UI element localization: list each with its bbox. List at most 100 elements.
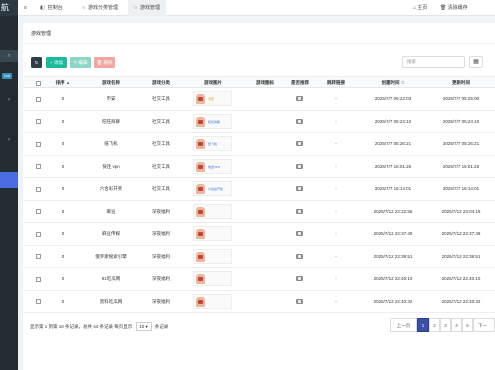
cell-updated: 2025/7/12 22:40:32 xyxy=(441,298,481,304)
home-link[interactable]: ⌂ 主页 xyxy=(413,0,427,16)
cell-link: - xyxy=(335,276,337,281)
table-row[interactable]: 0 麻豆传媒 深夜福利 - 2025/7/12 22:37:49 2025/7/… xyxy=(23,223,495,246)
recommend-toggle[interactable] xyxy=(296,208,303,214)
table-row[interactable]: 0 91吃瓜网 深夜福利 - 2025/7/12 22:40:10 2025/7… xyxy=(23,268,495,291)
table-row[interactable]: 0 黑料吃瓜网 深夜福利 - 2025/7/12 22:40:32 2025/7… xyxy=(23,291,495,313)
cell-name: 旺旺商聊 xyxy=(102,118,120,124)
row-checkbox[interactable] xyxy=(36,231,41,237)
table-row[interactable]: 0 币安 社交工具 币安 - 2025/7/7 05:22:03 2025/7/… xyxy=(23,88,495,111)
chevron-left-icon: ‹ xyxy=(8,137,10,143)
game-image-thumbnail[interactable] xyxy=(193,293,232,309)
cell-link: - xyxy=(335,163,337,169)
page-button-3[interactable]: 3 xyxy=(440,318,451,332)
cell-name: 币安 xyxy=(106,96,116,101)
main-panel: 游戏管理 ↻ + 添加 ✎ 编辑 🗑 删除 搜索 ▦ 排序 ▲ 游戏名称 游戏分… xyxy=(23,23,495,370)
select-all-checkbox[interactable] xyxy=(36,80,41,86)
next-page-button[interactable]: 下一 xyxy=(473,318,495,332)
table-row[interactable]: 0 纸飞机 社交工具 纸飞机 - 2025/7/7 05:26:21 2025/… xyxy=(23,133,495,156)
cell-updated: 2025/7/7 05:26:21 xyxy=(442,141,480,146)
page-button-1[interactable]: 1 xyxy=(417,318,429,332)
table-row[interactable]: 0 六合彩开奖 社交工具 六合彩开奖 - 2025/7/7 16:14:01 2… xyxy=(23,178,495,201)
recommend-toggle[interactable] xyxy=(296,96,303,101)
game-image-thumbnail[interactable]: 六合彩开奖 xyxy=(193,181,232,196)
page-button-5[interactable]: 5 xyxy=(462,318,473,332)
sidebar-search-button[interactable]: ⌕ xyxy=(0,50,18,62)
pencil-icon: ✎ xyxy=(73,60,78,65)
table-row[interactable]: 0 快连 vpn 社交工具 快连VPN - 2025/7/7 16:01:26 … xyxy=(23,156,495,178)
sidebar-expand-arrow-1[interactable]: ‹ xyxy=(4,96,14,104)
cell-updated: 2025/7/7 16:01:26 xyxy=(442,163,480,169)
dashboard-icon: ◧ xyxy=(40,5,45,11)
row-checkbox[interactable] xyxy=(36,276,41,282)
row-checkbox[interactable] xyxy=(36,164,41,169)
table-row[interactable]: 0 俄罗斯搜索引擎 深夜福利 - 2025/7/12 22:39:51 2025… xyxy=(23,246,495,268)
game-image-thumbnail[interactable]: 纸飞机 xyxy=(193,136,232,151)
sidebar-expand-arrow-2[interactable]: ‹ xyxy=(4,136,14,144)
game-image-thumbnail[interactable]: 旺旺商聊 xyxy=(193,113,232,129)
add-button[interactable]: + 添加 xyxy=(46,57,67,68)
row-checkbox[interactable] xyxy=(36,96,41,102)
cell-category: 社交工具 xyxy=(152,141,170,146)
cell-category: 社交工具 xyxy=(152,96,170,101)
recommend-toggle[interactable] xyxy=(296,231,303,236)
game-image-thumbnail[interactable] xyxy=(193,248,232,264)
circle-icon: ○ xyxy=(134,5,138,11)
edit-label: 编辑 xyxy=(78,60,88,65)
menu-toggle-button[interactable]: ≡ xyxy=(24,0,27,16)
table-row[interactable]: 0 麻豆 深夜福利 - 2025/7/12 22:22:56 2025/7/12… xyxy=(23,201,495,223)
page-button-2[interactable]: 2 xyxy=(429,318,440,332)
cell-category: 社交工具 xyxy=(152,163,170,169)
cell-name: 纸飞机 xyxy=(104,141,118,146)
cell-created: 2025/7/7 16:14:01 xyxy=(374,186,412,191)
recommend-toggle[interactable] xyxy=(296,118,303,124)
page-size-select[interactable]: 10 ▾ xyxy=(135,322,152,332)
row-checkbox[interactable] xyxy=(36,209,41,214)
grid-icon: ▦ xyxy=(473,59,479,65)
sidebar-item-active[interactable] xyxy=(0,172,18,188)
recommend-toggle[interactable] xyxy=(296,276,303,281)
cell-created: 2025/7/12 22:40:32 xyxy=(373,298,413,304)
table-row[interactable]: 0 旺旺商聊 社交工具 旺旺商聊 - 2025/7/7 05:24:10 202… xyxy=(23,111,495,133)
game-image-thumbnail[interactable] xyxy=(193,271,232,286)
recommend-toggle[interactable] xyxy=(296,163,303,169)
row-checkbox[interactable] xyxy=(36,141,41,147)
recommend-toggle[interactable] xyxy=(296,298,303,304)
recommend-toggle[interactable] xyxy=(296,186,303,191)
tab-game-category[interactable]: ○ 游戏分类管理 xyxy=(82,0,118,16)
tab-dashboard[interactable]: ◧ 控制台 xyxy=(40,0,63,16)
recommend-toggle[interactable] xyxy=(296,253,303,259)
tab-game-management[interactable]: ○ 游戏管理 xyxy=(128,0,167,16)
caret-down-icon: ▾ xyxy=(145,324,148,330)
cell-sort: 0 xyxy=(61,231,65,236)
edit-button[interactable]: ✎ 编辑 xyxy=(70,57,91,68)
game-image-thumbnail[interactable]: 快连VPN xyxy=(193,158,232,174)
cell-name: 麻豆 xyxy=(106,208,116,214)
trash-icon: 🗑 xyxy=(440,5,447,11)
game-image-thumbnail[interactable]: 币安 xyxy=(193,91,232,106)
game-image-thumbnail[interactable] xyxy=(193,226,232,241)
cell-link: - xyxy=(335,298,337,304)
row-checkbox[interactable] xyxy=(36,299,41,304)
row-checkbox[interactable] xyxy=(36,254,41,259)
refresh-button[interactable]: ↻ xyxy=(31,57,42,68)
cell-sort: 0 xyxy=(61,186,65,191)
game-image-thumbnail[interactable] xyxy=(193,203,232,219)
column-toggle-button[interactable]: ▦ xyxy=(469,56,483,68)
app-logo-image xyxy=(196,206,205,217)
cell-name: 黑料吃瓜网 xyxy=(99,298,123,304)
cell-category: 深夜福利 xyxy=(152,231,170,236)
sidebar: 航 ⌕ hot ‹ ‹ xyxy=(0,0,18,370)
cell-sort: 0 xyxy=(61,96,65,101)
prev-page-button[interactable]: 上一页 xyxy=(390,318,417,332)
recommend-toggle[interactable] xyxy=(296,141,303,146)
row-checkbox[interactable] xyxy=(36,186,41,192)
page-button-4[interactable]: 4 xyxy=(451,318,462,332)
cell-updated: 2025/7/7 16:14:01 xyxy=(442,186,480,191)
clear-cache-button[interactable]: 🗑 清除缓存 xyxy=(440,0,468,16)
cell-updated: 2025/7/7 05:24:10 xyxy=(442,118,480,124)
thumbnail-caption: 六合彩开奖 xyxy=(208,187,224,191)
cell-name: 六合彩开奖 xyxy=(99,186,123,191)
delete-button[interactable]: 🗑 删除 xyxy=(94,57,115,68)
row-checkbox[interactable] xyxy=(36,119,41,124)
search-input[interactable]: 搜索 xyxy=(402,56,465,68)
